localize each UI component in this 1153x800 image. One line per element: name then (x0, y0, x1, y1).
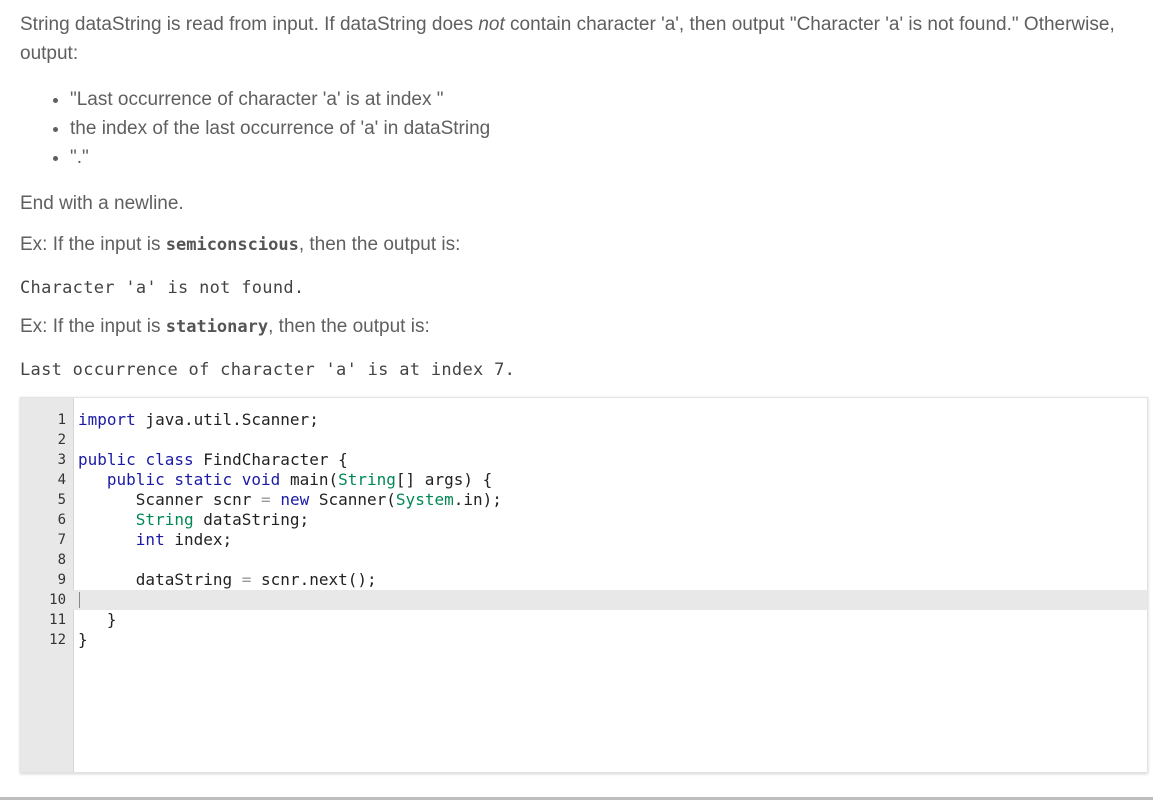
code-text[interactable]: public static void main(String[] args) { (78, 470, 492, 490)
list-item: "." (70, 143, 1145, 172)
example-prefix: Ex: If the input is (20, 234, 166, 255)
example-suffix: , then the output is: (298, 234, 461, 255)
code-line[interactable]: 1 import java.util.Scanner; (21, 410, 1147, 430)
line-number: 2 (57, 432, 66, 448)
code-line[interactable]: 12} (21, 630, 1147, 650)
problem-statement: String dataString is read from input. If… (20, 10, 1145, 172)
intro-paragraph: String dataString is read from input. If… (20, 10, 1145, 68)
code-line[interactable]: 10 (21, 590, 1147, 610)
requirements-list: "Last occurrence of character 'a' is at … (20, 85, 1145, 172)
code-text[interactable]: } (78, 630, 88, 650)
code-text[interactable]: dataString = scnr.next(); (78, 570, 377, 590)
example-suffix: , then the output is: (268, 316, 430, 337)
code-line[interactable]: 3 public class FindCharacter { (21, 450, 1147, 470)
line-number: 4 (57, 472, 66, 488)
line-number: 5 (57, 492, 66, 508)
line-number: 3 (57, 452, 66, 468)
code-line[interactable]: 7 int index; (21, 530, 1147, 550)
example-1-output: Character 'a' is not found. (20, 278, 305, 298)
code-line[interactable]: 5 Scanner scnr = new Scanner(System.in); (21, 490, 1147, 510)
code-text[interactable]: Scanner scnr = new Scanner(System.in); (78, 490, 502, 510)
example-2-text: Ex: If the input is stationary, then the… (20, 316, 430, 338)
code-editor[interactable]: 1 import java.util.Scanner; 2 3 public class… (20, 397, 1148, 773)
list-item: "Last occurrence of character 'a' is at … (70, 85, 1145, 114)
code-line[interactable]: 8 (21, 550, 1147, 570)
example-1-text: Ex: If the input is semiconscious, then … (20, 234, 460, 256)
code-text[interactable]: public class FindCharacter { (78, 450, 348, 470)
example-2-output: Last occurrence of character 'a' is at i… (20, 360, 516, 380)
code-text[interactable]: String dataString; (78, 510, 309, 530)
code-text[interactable]: } (78, 610, 117, 630)
intro-emphasis: not (478, 14, 505, 35)
line-number: 8 (57, 552, 66, 568)
example-input: semiconscious (165, 235, 299, 255)
text-cursor (79, 592, 80, 608)
code-line[interactable]: 6 String dataString; (21, 510, 1147, 530)
line-number: 6 (57, 512, 66, 528)
code-line[interactable]: 11 } (21, 610, 1147, 630)
code-line[interactable]: 2 (21, 430, 1147, 450)
list-item: the index of the last occurrence of 'a' … (70, 114, 1145, 143)
line-number: 1 (57, 412, 66, 428)
code-line[interactable]: 4 public static void main(String[] args)… (21, 470, 1147, 490)
line-number: 9 (57, 572, 66, 588)
intro-part1: String dataString is read from input. If… (20, 14, 479, 35)
line-number: 11 (49, 612, 66, 628)
code-line[interactable]: 9 dataString = scnr.next(); (21, 570, 1147, 590)
example-prefix: Ex: If the input is (20, 316, 166, 337)
code-text[interactable]: int index; (78, 530, 232, 550)
line-number: 10 (49, 592, 66, 608)
code-text[interactable]: import java.util.Scanner; (78, 410, 319, 430)
code-lines[interactable]: 1 import java.util.Scanner; 2 3 public class… (21, 410, 1147, 650)
line-number: 12 (49, 632, 66, 648)
end-note: End with a newline. (20, 193, 184, 214)
example-input: stationary (165, 317, 269, 337)
line-number: 7 (57, 532, 66, 548)
